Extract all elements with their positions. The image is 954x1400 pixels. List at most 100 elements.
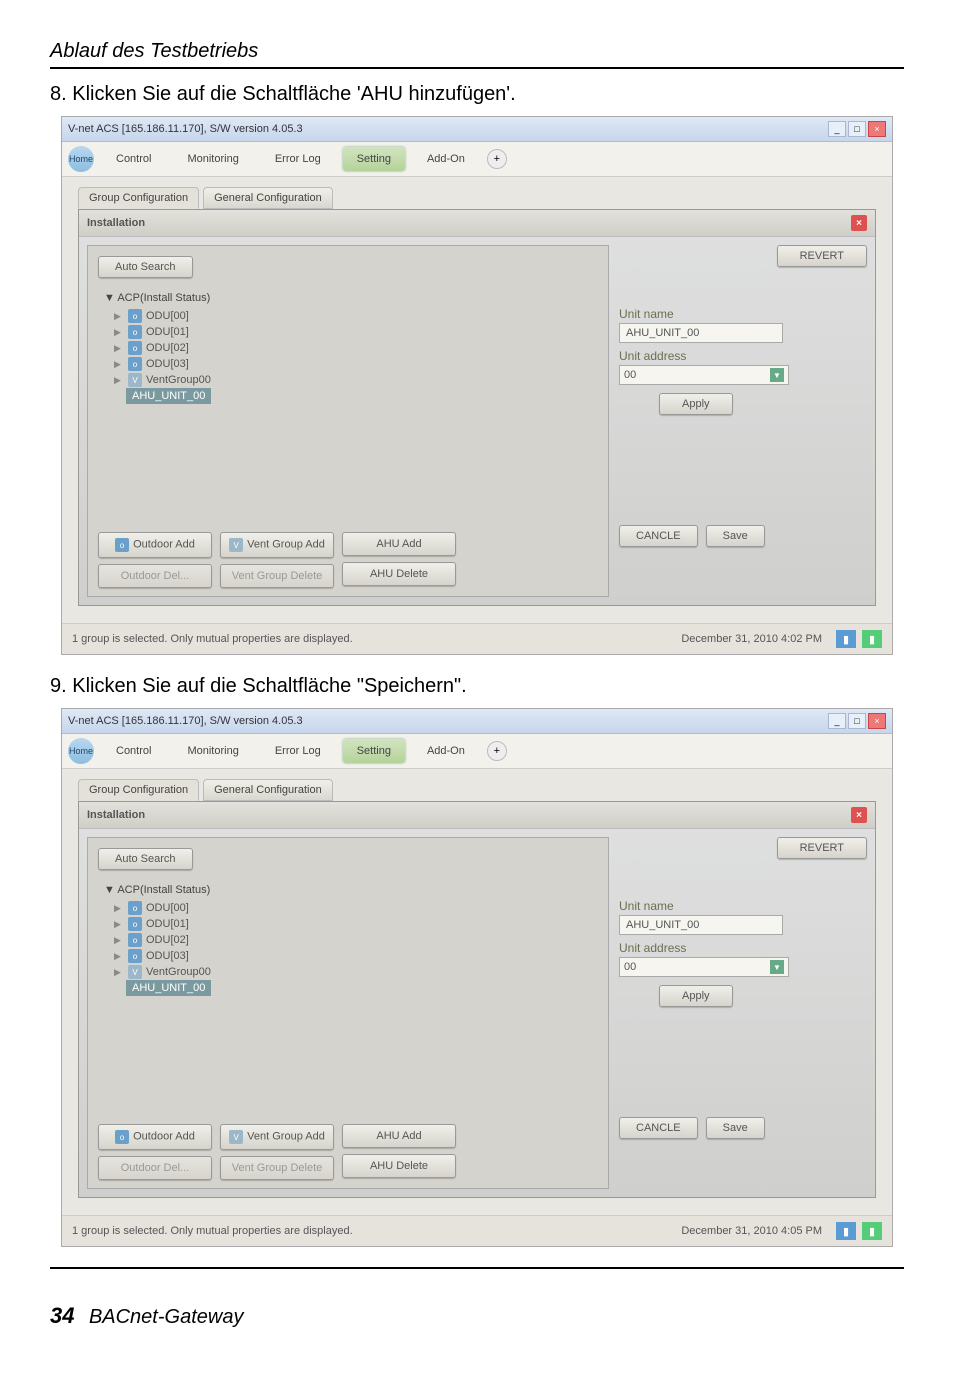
unit-address-label: Unit address	[619, 349, 867, 363]
action-button-grid: oOutdoor Add Outdoor Del... VVent Group …	[98, 1124, 456, 1180]
tree-node-ventgroup[interactable]: ▶VVentGroup00	[112, 964, 598, 980]
save-button[interactable]: Save	[706, 1117, 765, 1139]
tree-node-odu03[interactable]: ▶oODU[03]	[112, 356, 598, 372]
nav-addon[interactable]: Add-On	[413, 739, 479, 763]
tree-node-odu03[interactable]: ▶oODU[03]	[112, 948, 598, 964]
app-window-1: V-net ACS [165.186.11.170], S/W version …	[61, 116, 893, 655]
nav-control[interactable]: Control	[102, 739, 165, 763]
titlebar: V-net ACS [165.186.11.170], S/W version …	[62, 709, 892, 734]
body-area: Group Configuration General Configuratio…	[62, 177, 892, 623]
ahu-delete-button[interactable]: AHU Delete	[342, 562, 456, 586]
doc-header: Ablauf des Testbetriebs	[50, 40, 904, 63]
tree-node-odu01[interactable]: ▶oODU[01]	[112, 324, 598, 340]
installation-panel: Installation × Auto Search ▼ ACP(Install…	[78, 209, 876, 606]
tree-node-selected[interactable]: AHU_UNIT_00	[126, 980, 211, 996]
ventgroup-del-button[interactable]: Vent Group Delete	[220, 1156, 334, 1180]
maximize-icon[interactable]: □	[848, 121, 866, 137]
tree-node-odu00[interactable]: ▶oODU[00]	[112, 900, 598, 916]
ventgroup-add-button[interactable]: VVent Group Add	[220, 532, 334, 558]
nav-errorlog[interactable]: Error Log	[261, 147, 335, 171]
tree-root[interactable]: ▼ ACP(Install Status)	[104, 884, 598, 896]
footer-divider	[50, 1267, 904, 1269]
statusbar: 1 group is selected. Only mutual propert…	[62, 623, 892, 654]
nav-add-icon[interactable]: +	[487, 741, 507, 761]
maximize-icon[interactable]: □	[848, 713, 866, 729]
outdoor-del-button[interactable]: Outdoor Del...	[98, 564, 212, 588]
tree-node-odu02[interactable]: ▶oODU[02]	[112, 340, 598, 356]
step-9: 9. Klicken Sie auf die Schaltfläche "Spe…	[50, 675, 904, 698]
odu-icon: o	[128, 341, 142, 355]
ventgroup-del-button[interactable]: Vent Group Delete	[220, 564, 334, 588]
tab-general-config[interactable]: General Configuration	[203, 187, 333, 209]
tab-group-config[interactable]: Group Configuration	[78, 779, 199, 801]
ahu-add-button[interactable]: AHU Add	[342, 1124, 456, 1148]
outdoor-del-button[interactable]: Outdoor Del...	[98, 1156, 212, 1180]
close-icon[interactable]: ×	[868, 121, 886, 137]
nav-home[interactable]: Home	[68, 146, 94, 172]
navbar: Home Control Monitoring Error Log Settin…	[62, 142, 892, 177]
tree-node-label: ODU[03]	[146, 358, 189, 370]
tree-node-selected[interactable]: AHU_UNIT_00	[126, 388, 211, 404]
outdoor-add-button[interactable]: oOutdoor Add	[98, 532, 212, 558]
nav-monitoring[interactable]: Monitoring	[173, 147, 252, 171]
unit-name-label: Unit name	[619, 307, 867, 321]
panel-title-text: Installation	[87, 809, 145, 821]
window-buttons: _ □ ×	[828, 121, 886, 137]
tree-node-ventgroup[interactable]: ▶VVentGroup00	[112, 372, 598, 388]
odu-icon: o	[128, 325, 142, 339]
revert-button[interactable]: REVERT	[777, 837, 867, 859]
button-label: Outdoor Add	[133, 539, 195, 551]
tree-root[interactable]: ▼ ACP(Install Status)	[104, 292, 598, 304]
tree-node-odu00[interactable]: ▶oODU[00]	[112, 308, 598, 324]
tab-general-config[interactable]: General Configuration	[203, 779, 333, 801]
footer: 34 BACnet-Gateway	[50, 1303, 904, 1329]
apply-button[interactable]: Apply	[659, 393, 733, 415]
panel-close-icon[interactable]: ×	[851, 215, 867, 231]
close-icon[interactable]: ×	[868, 713, 886, 729]
cancel-button[interactable]: CANCLE	[619, 1117, 698, 1139]
tree-node-odu02[interactable]: ▶oODU[02]	[112, 932, 598, 948]
minimize-icon[interactable]: _	[828, 121, 846, 137]
vent-icon: V	[128, 965, 142, 979]
vent-icon: V	[229, 538, 243, 552]
odu-icon: o	[128, 949, 142, 963]
titlebar: V-net ACS [165.186.11.170], S/W version …	[62, 117, 892, 142]
status-icon-blue[interactable]: ▮	[836, 630, 856, 648]
status-icon-green[interactable]: ▮	[862, 1222, 882, 1240]
revert-button[interactable]: REVERT	[777, 245, 867, 267]
nav-monitoring[interactable]: Monitoring	[173, 739, 252, 763]
unit-name-field[interactable]: AHU_UNIT_00	[619, 915, 783, 935]
unit-address-select[interactable]: 00▼	[619, 957, 789, 977]
nav-control[interactable]: Control	[102, 147, 165, 171]
nav-addon[interactable]: Add-On	[413, 147, 479, 171]
status-icon-green[interactable]: ▮	[862, 630, 882, 648]
ahu-delete-button[interactable]: AHU Delete	[342, 1154, 456, 1178]
save-button[interactable]: Save	[706, 525, 765, 547]
odu-icon: o	[128, 933, 142, 947]
nav-errorlog[interactable]: Error Log	[261, 739, 335, 763]
minimize-icon[interactable]: _	[828, 713, 846, 729]
vent-icon: V	[128, 373, 142, 387]
app-window-2: V-net ACS [165.186.11.170], S/W version …	[61, 708, 893, 1247]
status-icon-blue[interactable]: ▮	[836, 1222, 856, 1240]
auto-search-button[interactable]: Auto Search	[98, 256, 193, 278]
subtabs: Group Configuration General Configuratio…	[78, 779, 876, 801]
window-buttons: _ □ ×	[828, 713, 886, 729]
cancel-button[interactable]: CANCLE	[619, 525, 698, 547]
auto-search-button[interactable]: Auto Search	[98, 848, 193, 870]
nav-home[interactable]: Home	[68, 738, 94, 764]
tab-group-config[interactable]: Group Configuration	[78, 187, 199, 209]
nav-add-icon[interactable]: +	[487, 149, 507, 169]
unit-name-field[interactable]: AHU_UNIT_00	[619, 323, 783, 343]
nav-setting[interactable]: Setting	[343, 739, 405, 763]
panel-close-icon[interactable]: ×	[851, 807, 867, 823]
ahu-add-button[interactable]: AHU Add	[342, 532, 456, 556]
odu-icon: o	[128, 357, 142, 371]
apply-button[interactable]: Apply	[659, 985, 733, 1007]
panel-body: Auto Search ▼ ACP(Install Status) ▶oODU[…	[79, 829, 875, 1197]
ventgroup-add-button[interactable]: VVent Group Add	[220, 1124, 334, 1150]
nav-setting[interactable]: Setting	[343, 147, 405, 171]
unit-address-select[interactable]: 00▼	[619, 365, 789, 385]
tree-node-odu01[interactable]: ▶oODU[01]	[112, 916, 598, 932]
outdoor-add-button[interactable]: oOutdoor Add	[98, 1124, 212, 1150]
